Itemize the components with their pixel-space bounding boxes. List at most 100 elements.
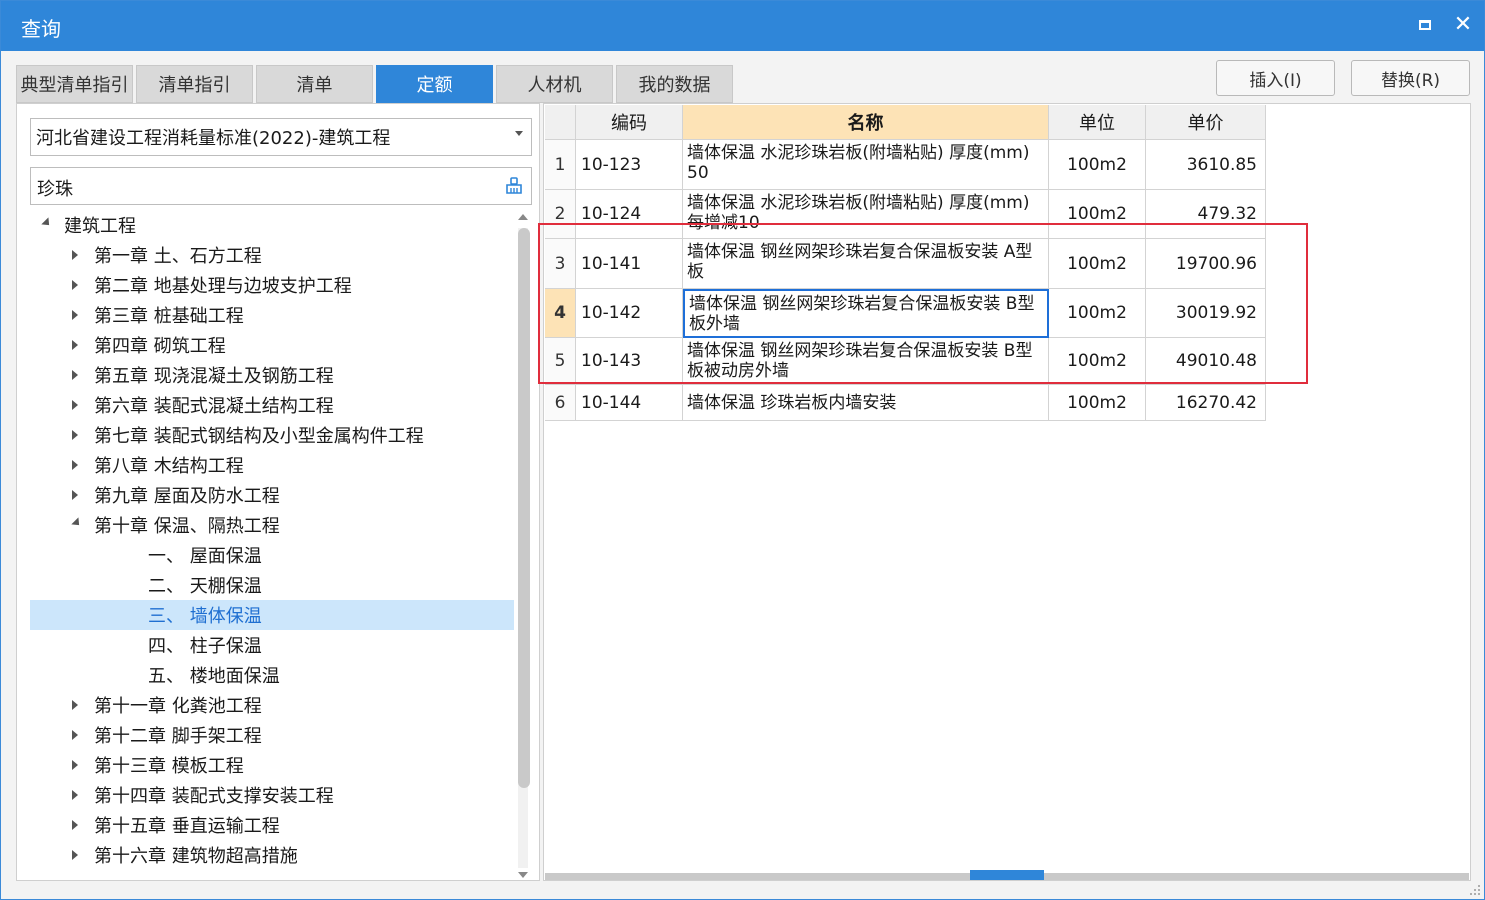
library-select[interactable]: 河北省建设工程消耗量标准(2022)-建筑工程	[30, 118, 532, 156]
tree-item-indent	[30, 390, 94, 420]
quota-code[interactable]: 10-142	[576, 289, 683, 338]
tree-item[interactable]: 第十五章 垂直运输工程	[30, 810, 514, 840]
caret-right-icon[interactable]	[72, 760, 78, 770]
tree-item[interactable]: 第三章 桩基础工程	[30, 300, 514, 330]
search-input[interactable]	[35, 174, 499, 202]
caret-right-icon[interactable]	[72, 400, 78, 410]
quota-name[interactable]: 墙体保温 钢丝网架珍珠岩复合保温板安装 B型板外墙	[683, 289, 1049, 338]
tree-item[interactable]: 第二章 地基处理与边坡支护工程	[30, 270, 514, 300]
caret-right-icon[interactable]	[72, 370, 78, 380]
resize-grip-icon[interactable]	[1469, 884, 1481, 896]
quota-code[interactable]: 10-141	[576, 239, 683, 289]
scroll-up-icon[interactable]	[518, 214, 528, 220]
horizontal-scrollbar[interactable]	[545, 870, 1469, 880]
tab-typical-bill-guide[interactable]: 典型清单指引	[16, 65, 133, 103]
tree-scrollbar[interactable]	[515, 210, 531, 880]
quota-code[interactable]: 10-123	[576, 140, 683, 190]
caret-down-icon[interactable]	[71, 517, 83, 529]
quota-name[interactable]: 墙体保温 水泥珍珠岩板(附墙粘贴) 厚度(mm) 每增减10	[683, 190, 1049, 239]
quota-unit[interactable]: 100m2	[1049, 190, 1146, 239]
quota-name[interactable]: 墙体保温 珍珠岩板内墙安装	[683, 385, 1049, 421]
tree-item[interactable]: 第一章 土、石方工程	[30, 240, 514, 270]
row-number[interactable]: 3	[545, 239, 576, 289]
insert-button[interactable]: 插入(I)	[1216, 60, 1335, 96]
quota-price[interactable]: 479.32	[1146, 190, 1266, 239]
tree-item[interactable]: 第五章 现浇混凝土及钢筋工程	[30, 360, 514, 390]
tree-item-indent	[30, 240, 94, 270]
caret-right-icon[interactable]	[72, 700, 78, 710]
caret-down-icon[interactable]	[41, 217, 53, 229]
caret-right-icon[interactable]	[72, 340, 78, 350]
caret-right-icon[interactable]	[72, 490, 78, 500]
caret-right-icon[interactable]	[72, 430, 78, 440]
caret-right-icon[interactable]	[72, 280, 78, 290]
caret-right-icon[interactable]	[72, 850, 78, 860]
maximize-button[interactable]	[1411, 11, 1439, 39]
tree-item[interactable]: 第十章 保温、隔热工程	[30, 510, 514, 540]
row-number[interactable]: 1	[545, 140, 576, 190]
quota-unit[interactable]: 100m2	[1049, 239, 1146, 289]
quota-price[interactable]: 16270.42	[1146, 385, 1266, 421]
tree-item[interactable]: 第十二章 脚手架工程	[30, 720, 514, 750]
caret-right-icon[interactable]	[72, 820, 78, 830]
tree-item-indent	[30, 750, 94, 780]
caret-right-icon[interactable]	[72, 460, 78, 470]
tree-item[interactable]: 第十四章 装配式支撑安装工程	[30, 780, 514, 810]
quota-unit[interactable]: 100m2	[1049, 338, 1146, 385]
quota-price[interactable]: 3610.85	[1146, 140, 1266, 190]
tree-item[interactable]: 第八章 木结构工程	[30, 450, 514, 480]
clear-brush-icon[interactable]	[505, 177, 523, 195]
tab-labor-material-machine[interactable]: 人材机	[496, 65, 613, 103]
tree-item[interactable]: 第十一章 化粪池工程	[30, 690, 514, 720]
caret-right-icon[interactable]	[72, 250, 78, 260]
scroll-down-icon[interactable]	[518, 872, 528, 878]
quota-name[interactable]: 墙体保温 钢丝网架珍珠岩复合保温板安装 A型板	[683, 239, 1049, 289]
tree-item[interactable]: 第十三章 模板工程	[30, 750, 514, 780]
tree-item[interactable]: 第六章 装配式混凝土结构工程	[30, 390, 514, 420]
tree-item[interactable]: 一、 屋面保温	[30, 540, 514, 570]
tree-item[interactable]: 第十六章 建筑物超高措施	[30, 840, 514, 870]
tree-item[interactable]: 建筑工程	[30, 210, 514, 240]
close-button[interactable]: ✕	[1449, 11, 1477, 39]
column-header-unit[interactable]: 单位	[1049, 105, 1146, 140]
caret-right-icon[interactable]	[72, 310, 78, 320]
quota-code[interactable]: 10-143	[576, 338, 683, 385]
row-number[interactable]: 4	[545, 289, 576, 338]
quota-unit[interactable]: 100m2	[1049, 289, 1146, 338]
row-number[interactable]: 5	[545, 338, 576, 385]
tree-item[interactable]: 五、 楼地面保温	[30, 660, 514, 690]
quota-price[interactable]: 19700.96	[1146, 239, 1266, 289]
quota-code[interactable]: 10-124	[576, 190, 683, 239]
tree-item[interactable]: 第九章 屋面及防水工程	[30, 480, 514, 510]
column-header-name[interactable]: 名称	[683, 105, 1049, 140]
tree-item[interactable]: 第四章 砌筑工程	[30, 330, 514, 360]
tab-bill-guide[interactable]: 清单指引	[136, 65, 253, 103]
title-bar[interactable]: 查询 ✕	[1, 1, 1484, 51]
splitter-grip[interactable]	[970, 870, 1044, 880]
tab-my-data[interactable]: 我的数据	[616, 65, 733, 103]
caret-right-icon[interactable]	[72, 730, 78, 740]
quota-price[interactable]: 49010.48	[1146, 338, 1266, 385]
replace-button[interactable]: 替换(R)	[1351, 60, 1470, 96]
scroll-thumb[interactable]	[518, 228, 530, 788]
tree-item-label: 第七章 装配式钢结构及小型金属构件工程	[94, 426, 424, 447]
quota-unit[interactable]: 100m2	[1049, 140, 1146, 190]
column-header-price[interactable]: 单价	[1146, 105, 1266, 140]
quota-name[interactable]: 墙体保温 水泥珍珠岩板(附墙粘贴) 厚度(mm) 50	[683, 140, 1049, 190]
tree-item[interactable]: 三、 墙体保温	[30, 600, 514, 630]
tree-item[interactable]: 第七章 装配式钢结构及小型金属构件工程	[30, 420, 514, 450]
tab-quota[interactable]: 定额	[376, 65, 493, 103]
tree-item-label: 第十三章 模板工程	[94, 756, 244, 777]
column-header-code[interactable]: 编码	[576, 105, 683, 140]
row-number[interactable]: 2	[545, 190, 576, 239]
quota-code[interactable]: 10-144	[576, 385, 683, 421]
quota-unit[interactable]: 100m2	[1049, 385, 1146, 421]
row-number[interactable]: 6	[545, 385, 576, 421]
tree-item-indent	[30, 840, 94, 870]
tree-item[interactable]: 四、 柱子保温	[30, 630, 514, 660]
caret-right-icon[interactable]	[72, 790, 78, 800]
tab-bill[interactable]: 清单	[256, 65, 373, 103]
tree-item[interactable]: 二、 天棚保温	[30, 570, 514, 600]
quota-price[interactable]: 30019.92	[1146, 289, 1266, 338]
quota-name[interactable]: 墙体保温 钢丝网架珍珠岩复合保温板安装 B型板被动房外墙	[683, 338, 1049, 385]
